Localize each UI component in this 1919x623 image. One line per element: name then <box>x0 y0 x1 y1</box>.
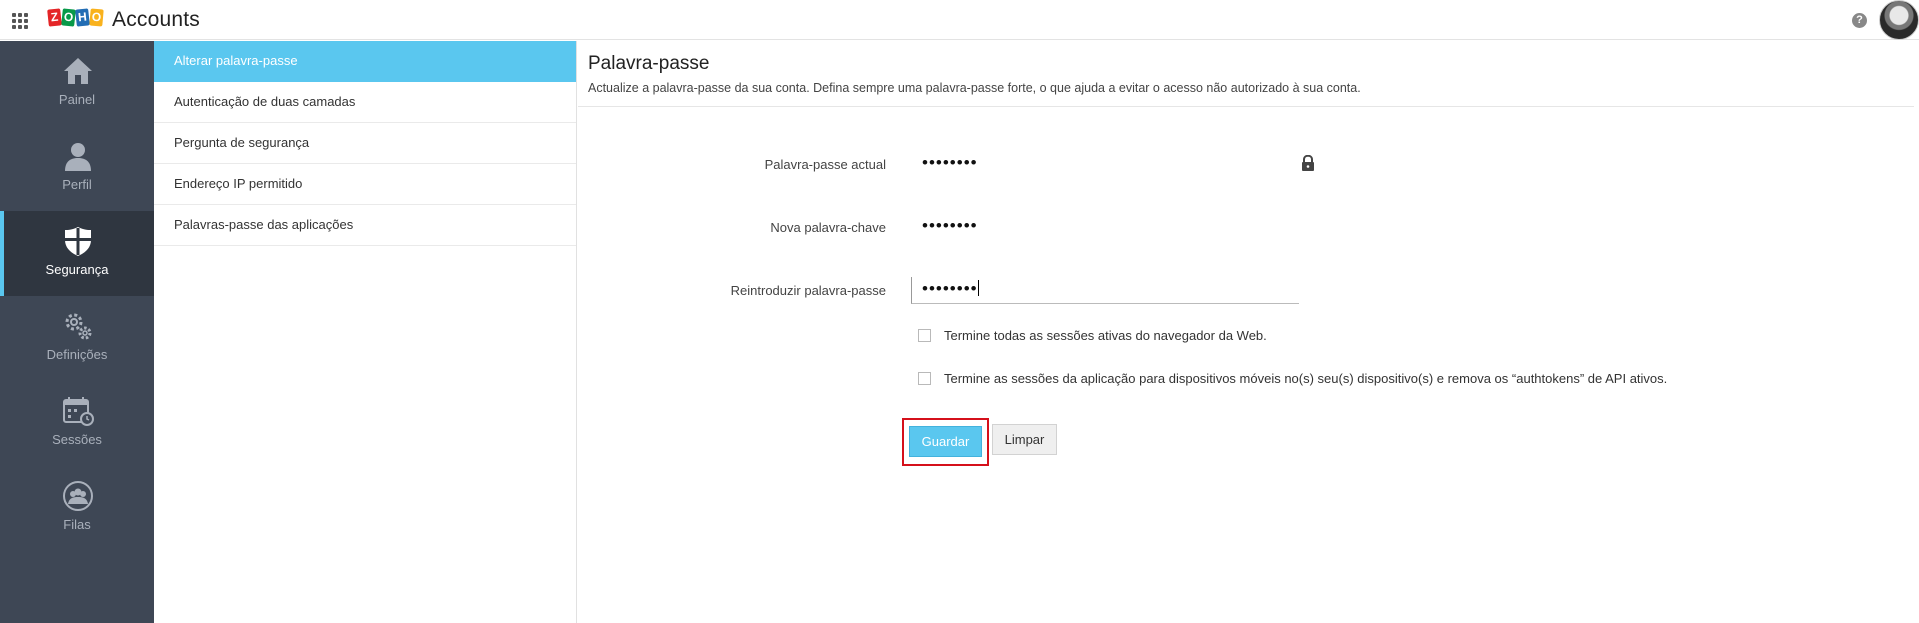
nav-item-painel[interactable]: Painel <box>0 41 154 126</box>
shield-icon <box>65 227 91 256</box>
nav-label: Perfil <box>62 177 92 192</box>
submenu-item-security-question[interactable]: Pergunta de segurança <box>154 123 576 164</box>
web-sessions-checkbox[interactable] <box>918 329 931 342</box>
save-button[interactable]: Guardar <box>909 426 982 457</box>
nav-item-seguranca[interactable]: Segurança <box>0 211 154 296</box>
submenu-item-allowed-ip[interactable]: Endereço IP permitido <box>154 164 576 205</box>
avatar[interactable] <box>1879 0 1919 40</box>
save-button-highlight: Guardar <box>902 418 989 466</box>
app-grid-icon[interactable] <box>12 13 28 29</box>
submenu-item-change-password[interactable]: Alterar palavra-passe <box>154 41 576 82</box>
mobile-sessions-checkbox[interactable] <box>918 372 931 385</box>
main-content: Palavra-passe Actualize a palavra-passe … <box>578 41 1919 623</box>
web-sessions-label: Termine todas as sessões ativas do naveg… <box>944 328 1267 343</box>
confirm-password-label: Reintroduzir palavra-passe <box>730 283 886 298</box>
nav-item-sessoes[interactable]: Sessões <box>0 381 154 466</box>
app-title: Accounts <box>112 8 200 31</box>
nav-item-filas[interactable]: Filas <box>0 466 154 551</box>
submenu-item-app-passwords[interactable]: Palavras-passe das aplicações <box>154 205 576 246</box>
nav-item-perfil[interactable]: Perfil <box>0 126 154 211</box>
calendar-clock-icon <box>63 397 94 426</box>
nav-label: Filas <box>63 517 91 532</box>
submenu-item-two-factor[interactable]: Autenticação de duas camadas <box>154 82 576 123</box>
nav-label: Sessões <box>52 432 102 447</box>
logo-letter: H <box>75 8 90 27</box>
top-header: Z O H O Accounts ? <box>0 0 1919 40</box>
security-submenu: Alterar palavra-passe Autenticação de du… <box>154 41 577 623</box>
text-caret <box>977 280 979 296</box>
clear-button[interactable]: Limpar <box>992 424 1057 455</box>
new-password-label: Nova palavra-chave <box>770 220 886 235</box>
nav-label: Painel <box>58 92 96 107</box>
left-navigation: Painel Perfil Segurança Definições Sessõ… <box>0 41 154 623</box>
gears-icon <box>65 313 92 340</box>
page-title: Palavra-passe <box>588 53 710 74</box>
logo-letter: Z <box>47 8 62 27</box>
confirm-password-field[interactable]: •••••••• <box>911 277 1299 304</box>
nav-label: Definições <box>46 347 108 362</box>
current-password-field[interactable]: •••••••• <box>918 151 1306 178</box>
logo-letter: O <box>61 8 76 27</box>
current-password-label: Palavra-passe actual <box>764 157 886 172</box>
user-icon <box>65 143 91 171</box>
home-icon <box>64 58 92 84</box>
lock-icon[interactable] <box>1301 155 1315 171</box>
help-icon[interactable]: ? <box>1852 13 1867 28</box>
new-password-field[interactable]: •••••••• <box>918 214 1306 241</box>
nav-label: Segurança <box>45 262 109 277</box>
confirm-password-value: •••••••• <box>922 279 978 298</box>
nav-item-definicoes[interactable]: Definições <box>0 296 154 381</box>
divider <box>578 106 1914 107</box>
mobile-sessions-label: Termine as sessões da aplicação para dis… <box>944 371 1668 386</box>
zoho-logo[interactable]: Z O H O <box>47 8 104 27</box>
logo-letter: O <box>89 8 104 27</box>
page-description: Actualize a palavra-passe da sua conta. … <box>588 81 1361 95</box>
group-icon <box>63 481 93 511</box>
